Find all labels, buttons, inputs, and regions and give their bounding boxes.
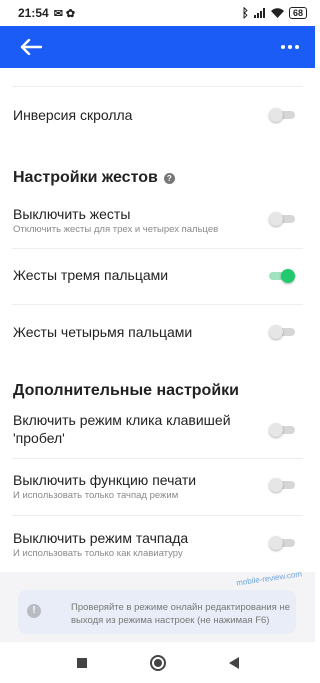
battery-indicator: 68 (288, 7, 307, 19)
bluetooth-icon: ᛒ (241, 6, 249, 20)
section-title: Дополнительные настройки (13, 382, 239, 399)
arrow-left-icon (20, 39, 42, 55)
section-title: Настройки жестов (13, 169, 158, 186)
divider (12, 515, 303, 516)
help-icon[interactable]: ? (163, 172, 175, 184)
setting-title: Выключить режим тачпада (13, 530, 189, 546)
space-click-toggle[interactable] (269, 423, 295, 437)
info-icon: ! (27, 604, 41, 618)
setting-title: Жесты четырьмя пальцами (13, 324, 193, 340)
section-additional: Дополнительные настройки (13, 382, 239, 400)
setting-three-finger[interactable]: Жесты тремя пальцами (0, 264, 315, 289)
divider (12, 248, 303, 249)
back-button[interactable] (20, 34, 46, 60)
message-icon: ✉ (53, 7, 63, 20)
app-bar (0, 26, 315, 68)
signal-icon (253, 8, 265, 18)
disable-print-toggle[interactable] (269, 478, 295, 492)
setting-title: Инверсия скролла (13, 107, 133, 123)
more-options-button[interactable] (279, 36, 301, 58)
setting-four-finger[interactable]: Жесты четырьмя пальцами (0, 320, 315, 345)
back-triangle-icon[interactable] (228, 656, 239, 669)
setting-title: Жесты тремя пальцами (13, 267, 169, 283)
divider (12, 304, 303, 305)
disable-gestures-toggle[interactable] (269, 212, 295, 226)
more-vert-icon (281, 45, 299, 49)
four-finger-toggle[interactable] (269, 325, 295, 339)
status-right: ᛒ 68 (242, 6, 307, 20)
info-note: ! Проверяйте в режиме онлайн редактирова… (18, 590, 296, 634)
disable-touchpad-toggle[interactable] (269, 536, 295, 550)
setting-title: Выключить жесты (13, 206, 131, 222)
setting-disable-print[interactable]: Выключить функцию печати И использовать … (0, 472, 315, 508)
notification-icons: ✉ ✿ (54, 7, 75, 20)
status-time: 21:54 (18, 6, 49, 20)
setting-disable-touchpad[interactable]: Выключить режим тачпада И использовать т… (0, 530, 315, 566)
wifi-icon (270, 8, 284, 18)
three-finger-toggle[interactable] (269, 269, 295, 283)
section-gestures: Настройки жестов ? (13, 169, 175, 187)
setting-title-line2: 'пробел' (13, 430, 65, 446)
setting-disable-gestures[interactable]: Выключить жесты Отключить жесты для трех… (0, 204, 315, 244)
setting-subtitle: И использовать только как клавиатуру (13, 548, 183, 559)
setting-subtitle: Отключить жесты для трех и четырех пальц… (13, 224, 219, 235)
status-bar: 21:54 ✉ ✿ ᛒ 68 (0, 0, 315, 26)
recents-icon[interactable] (76, 657, 87, 668)
system-nav-bar (0, 642, 315, 683)
fan-icon: ✿ (65, 7, 76, 20)
home-icon[interactable] (149, 654, 166, 671)
setting-title-line1: Включить режим клика клавишей (13, 412, 231, 428)
divider (12, 458, 303, 459)
info-note-text: Проверяйте в режиме онлайн редактировани… (71, 602, 290, 626)
setting-scroll-inversion[interactable]: Инверсия скролла (0, 100, 315, 130)
setting-title: Выключить функцию печати (13, 472, 197, 488)
setting-space-click[interactable]: Включить режим клика клавишей 'пробел' (0, 412, 315, 452)
scroll-inversion-toggle[interactable] (269, 108, 295, 122)
divider (12, 86, 303, 87)
setting-subtitle: И использовать только тачпад режим (13, 490, 179, 501)
